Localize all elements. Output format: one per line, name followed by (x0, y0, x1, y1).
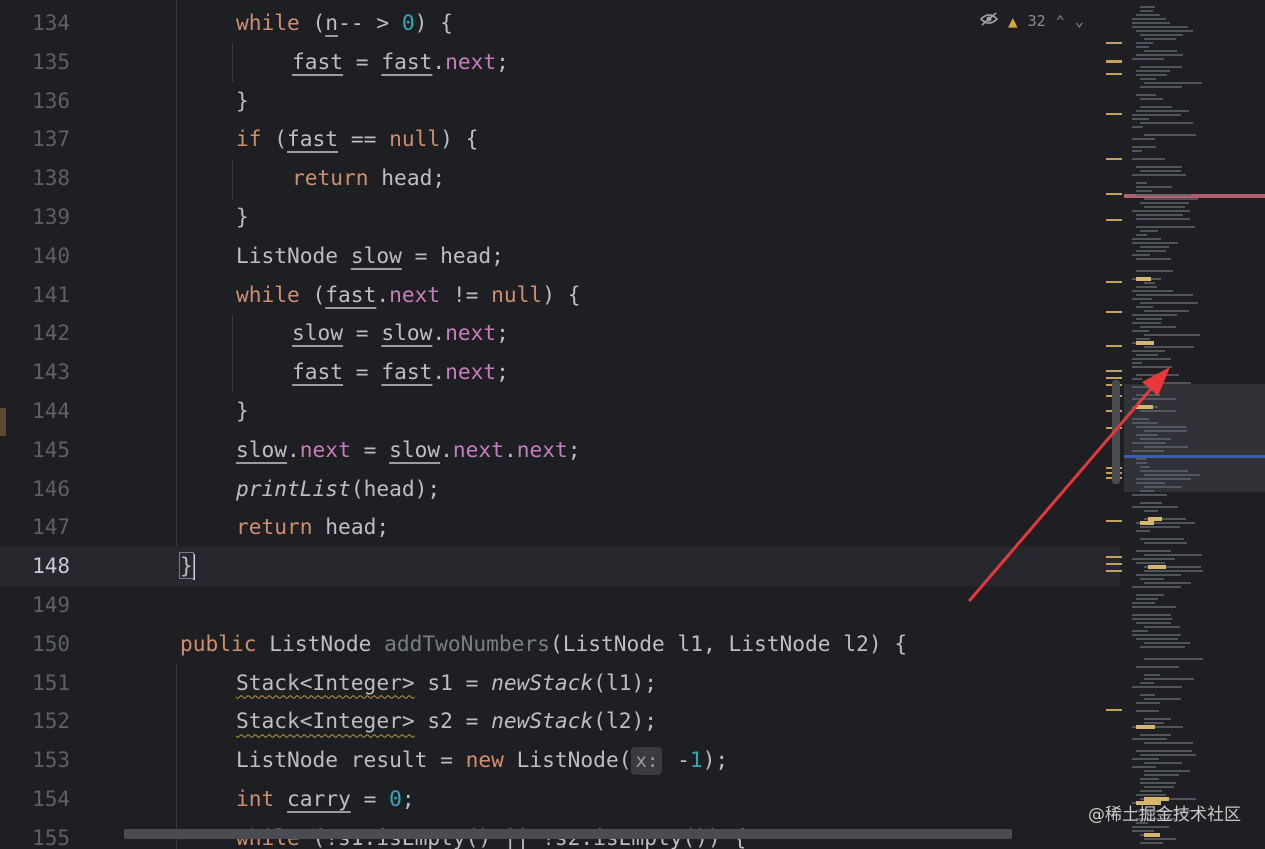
watermark: @稀土掘金技术社区 (1088, 805, 1241, 825)
annotation-arrow (968, 367, 1170, 602)
